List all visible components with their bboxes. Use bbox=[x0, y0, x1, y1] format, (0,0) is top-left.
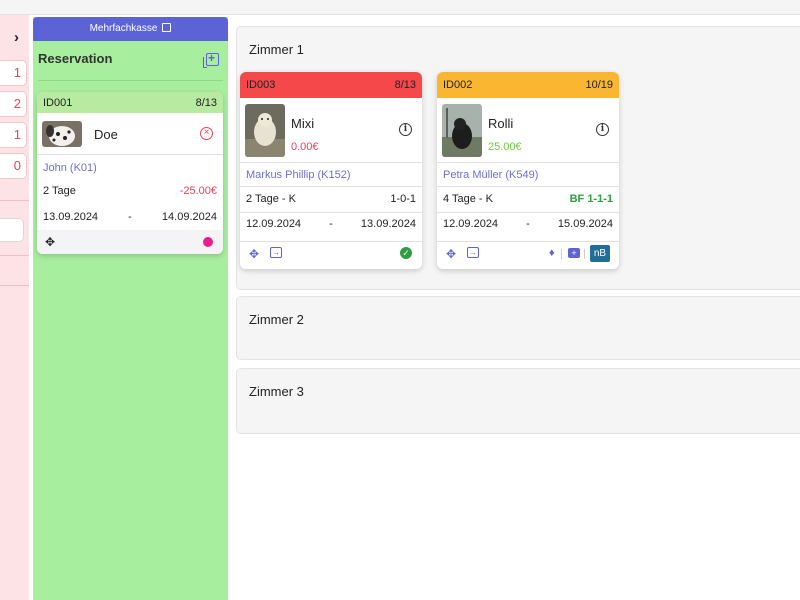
pet-photo bbox=[42, 121, 82, 147]
mehrfachkasse-label: Mehrfachkasse bbox=[89, 23, 158, 34]
count-badge-4[interactable]: 0 bbox=[0, 153, 27, 179]
pet-price: 0.00€ bbox=[291, 141, 319, 153]
left-input-field[interactable] bbox=[0, 218, 24, 242]
divider bbox=[240, 212, 422, 213]
dates-row: 12.09.2024 - 13.09.2024 bbox=[240, 218, 422, 230]
owner-label: Markus Phillip (K152) bbox=[246, 169, 351, 181]
date-to: 13.09.2024 bbox=[360, 218, 416, 230]
date-to: 14.09.2024 bbox=[161, 211, 217, 223]
date-separator: - bbox=[526, 218, 530, 230]
card-header: ID001 8/13 bbox=[37, 92, 223, 113]
card-id: ID001 bbox=[43, 96, 73, 109]
duration: 2 Tage - K bbox=[246, 193, 296, 205]
count-badge-2[interactable]: 2 bbox=[0, 91, 27, 117]
pet-name: Rolli bbox=[488, 116, 514, 131]
add-reservation-icon[interactable] bbox=[203, 51, 219, 68]
check-circle-icon: ✓ bbox=[400, 247, 412, 259]
pet-photo bbox=[442, 104, 482, 157]
divider bbox=[437, 241, 619, 242]
pet-name: Doe bbox=[94, 127, 118, 142]
booking-card[interactable]: ID002 10/19 Rolli 25.00€ i Petra Müller … bbox=[437, 72, 619, 269]
duration-row: 4 Tage - K BF 1-1-1 bbox=[437, 193, 619, 205]
room-title: Zimmer 3 bbox=[249, 384, 304, 399]
medicine-icon[interactable]: ♦ bbox=[549, 248, 555, 259]
owner-link[interactable]: Petra Müller (K549) bbox=[437, 169, 619, 181]
owner-link[interactable]: Markus Phillip (K152) bbox=[240, 169, 422, 181]
room-title: Zimmer 2 bbox=[249, 312, 304, 327]
room-title: Zimmer 1 bbox=[249, 42, 304, 57]
owner-label: John (K01) bbox=[43, 162, 97, 174]
divider bbox=[437, 186, 619, 187]
divider bbox=[240, 162, 422, 163]
duration-row: 2 Tage - K 1-0-1 bbox=[240, 193, 422, 205]
reservation-column: Mehrfachkasse Reservation ID001 8/13 Doe… bbox=[33, 17, 228, 600]
owner-label: Petra Müller (K549) bbox=[443, 169, 539, 181]
room-panel-2: Zimmer 2 bbox=[236, 296, 800, 360]
booking-card[interactable]: ID003 8/13 Mixi 0.00€ i Markus Phillip (… bbox=[240, 72, 422, 269]
expand-arrow-icon[interactable]: › bbox=[14, 29, 19, 46]
duration: 2 Tage bbox=[43, 185, 76, 197]
feeding-code: BF 1-1-1 bbox=[569, 193, 613, 205]
date-from: 12.09.2024 bbox=[246, 218, 302, 230]
divider bbox=[437, 212, 619, 213]
pet-price: 25.00€ bbox=[488, 141, 522, 153]
external-link-icon bbox=[162, 23, 172, 32]
move-icon[interactable]: ✥ bbox=[45, 236, 55, 248]
card-id: ID003 bbox=[246, 79, 276, 91]
move-icon[interactable]: ✥ bbox=[446, 248, 456, 260]
info-icon[interactable]: i bbox=[399, 123, 412, 136]
pet-photo bbox=[245, 104, 285, 157]
amount: -25.00€ bbox=[179, 185, 217, 197]
status-dot bbox=[203, 237, 213, 247]
date-from: 13.09.2024 bbox=[43, 211, 99, 223]
divider bbox=[38, 80, 223, 81]
top-bar bbox=[0, 0, 800, 15]
date-separator: - bbox=[329, 218, 333, 230]
checkout-icon[interactable]: → bbox=[467, 247, 479, 258]
date-separator: - bbox=[128, 211, 132, 223]
card-ratio: 8/13 bbox=[195, 96, 217, 109]
divider bbox=[37, 154, 223, 155]
room-panel-3: Zimmer 3 bbox=[236, 368, 800, 434]
room-panel-1: Zimmer 1 ID003 8/13 Mixi 0.00€ i Markus … bbox=[236, 26, 800, 290]
cancel-icon[interactable]: × bbox=[200, 127, 213, 140]
checkout-icon[interactable]: → bbox=[270, 247, 282, 258]
card-id: ID002 bbox=[443, 79, 473, 91]
dates-row: 12.09.2024 - 15.09.2024 bbox=[437, 218, 619, 230]
mehrfachkasse-button[interactable]: Mehrfachkasse bbox=[33, 17, 228, 41]
date-from: 12.09.2024 bbox=[443, 218, 499, 230]
feeding-code: 1-0-1 bbox=[390, 193, 416, 205]
divider bbox=[240, 241, 422, 242]
count-badge-3[interactable]: 1 bbox=[0, 122, 27, 148]
divider bbox=[561, 249, 562, 259]
card-ratio: 10/19 bbox=[585, 79, 613, 91]
card-header: ID002 10/19 bbox=[437, 72, 619, 98]
nb-badge[interactable]: nB bbox=[590, 245, 610, 262]
info-icon[interactable]: i bbox=[596, 123, 609, 136]
medkit-icon[interactable]: + bbox=[568, 248, 580, 258]
left-panel: › 1 2 1 0 bbox=[0, 15, 29, 600]
reservation-title: Reservation bbox=[38, 51, 113, 66]
divider bbox=[0, 285, 29, 286]
count-badge-1[interactable]: 1 bbox=[0, 60, 27, 86]
duration-row: 2 Tage -25.00€ bbox=[37, 185, 223, 197]
date-to: 15.09.2024 bbox=[557, 218, 613, 230]
card-header: ID003 8/13 bbox=[240, 72, 422, 98]
divider bbox=[437, 162, 619, 163]
move-icon[interactable]: ✥ bbox=[249, 248, 259, 260]
card-ratio: 8/13 bbox=[394, 79, 416, 91]
duration: 4 Tage - K bbox=[443, 193, 493, 205]
reservation-card[interactable]: ID001 8/13 Doe × John (K01) 2 Tage -25.0… bbox=[37, 92, 223, 254]
divider bbox=[584, 249, 585, 259]
owner-link[interactable]: John (K01) bbox=[37, 162, 223, 174]
pet-name: Mixi bbox=[291, 116, 315, 131]
dates-row: 13.09.2024 - 14.09.2024 bbox=[37, 211, 223, 223]
divider bbox=[240, 186, 422, 187]
divider bbox=[0, 200, 29, 201]
divider bbox=[0, 255, 29, 256]
card-footer: ✥ bbox=[37, 230, 223, 254]
